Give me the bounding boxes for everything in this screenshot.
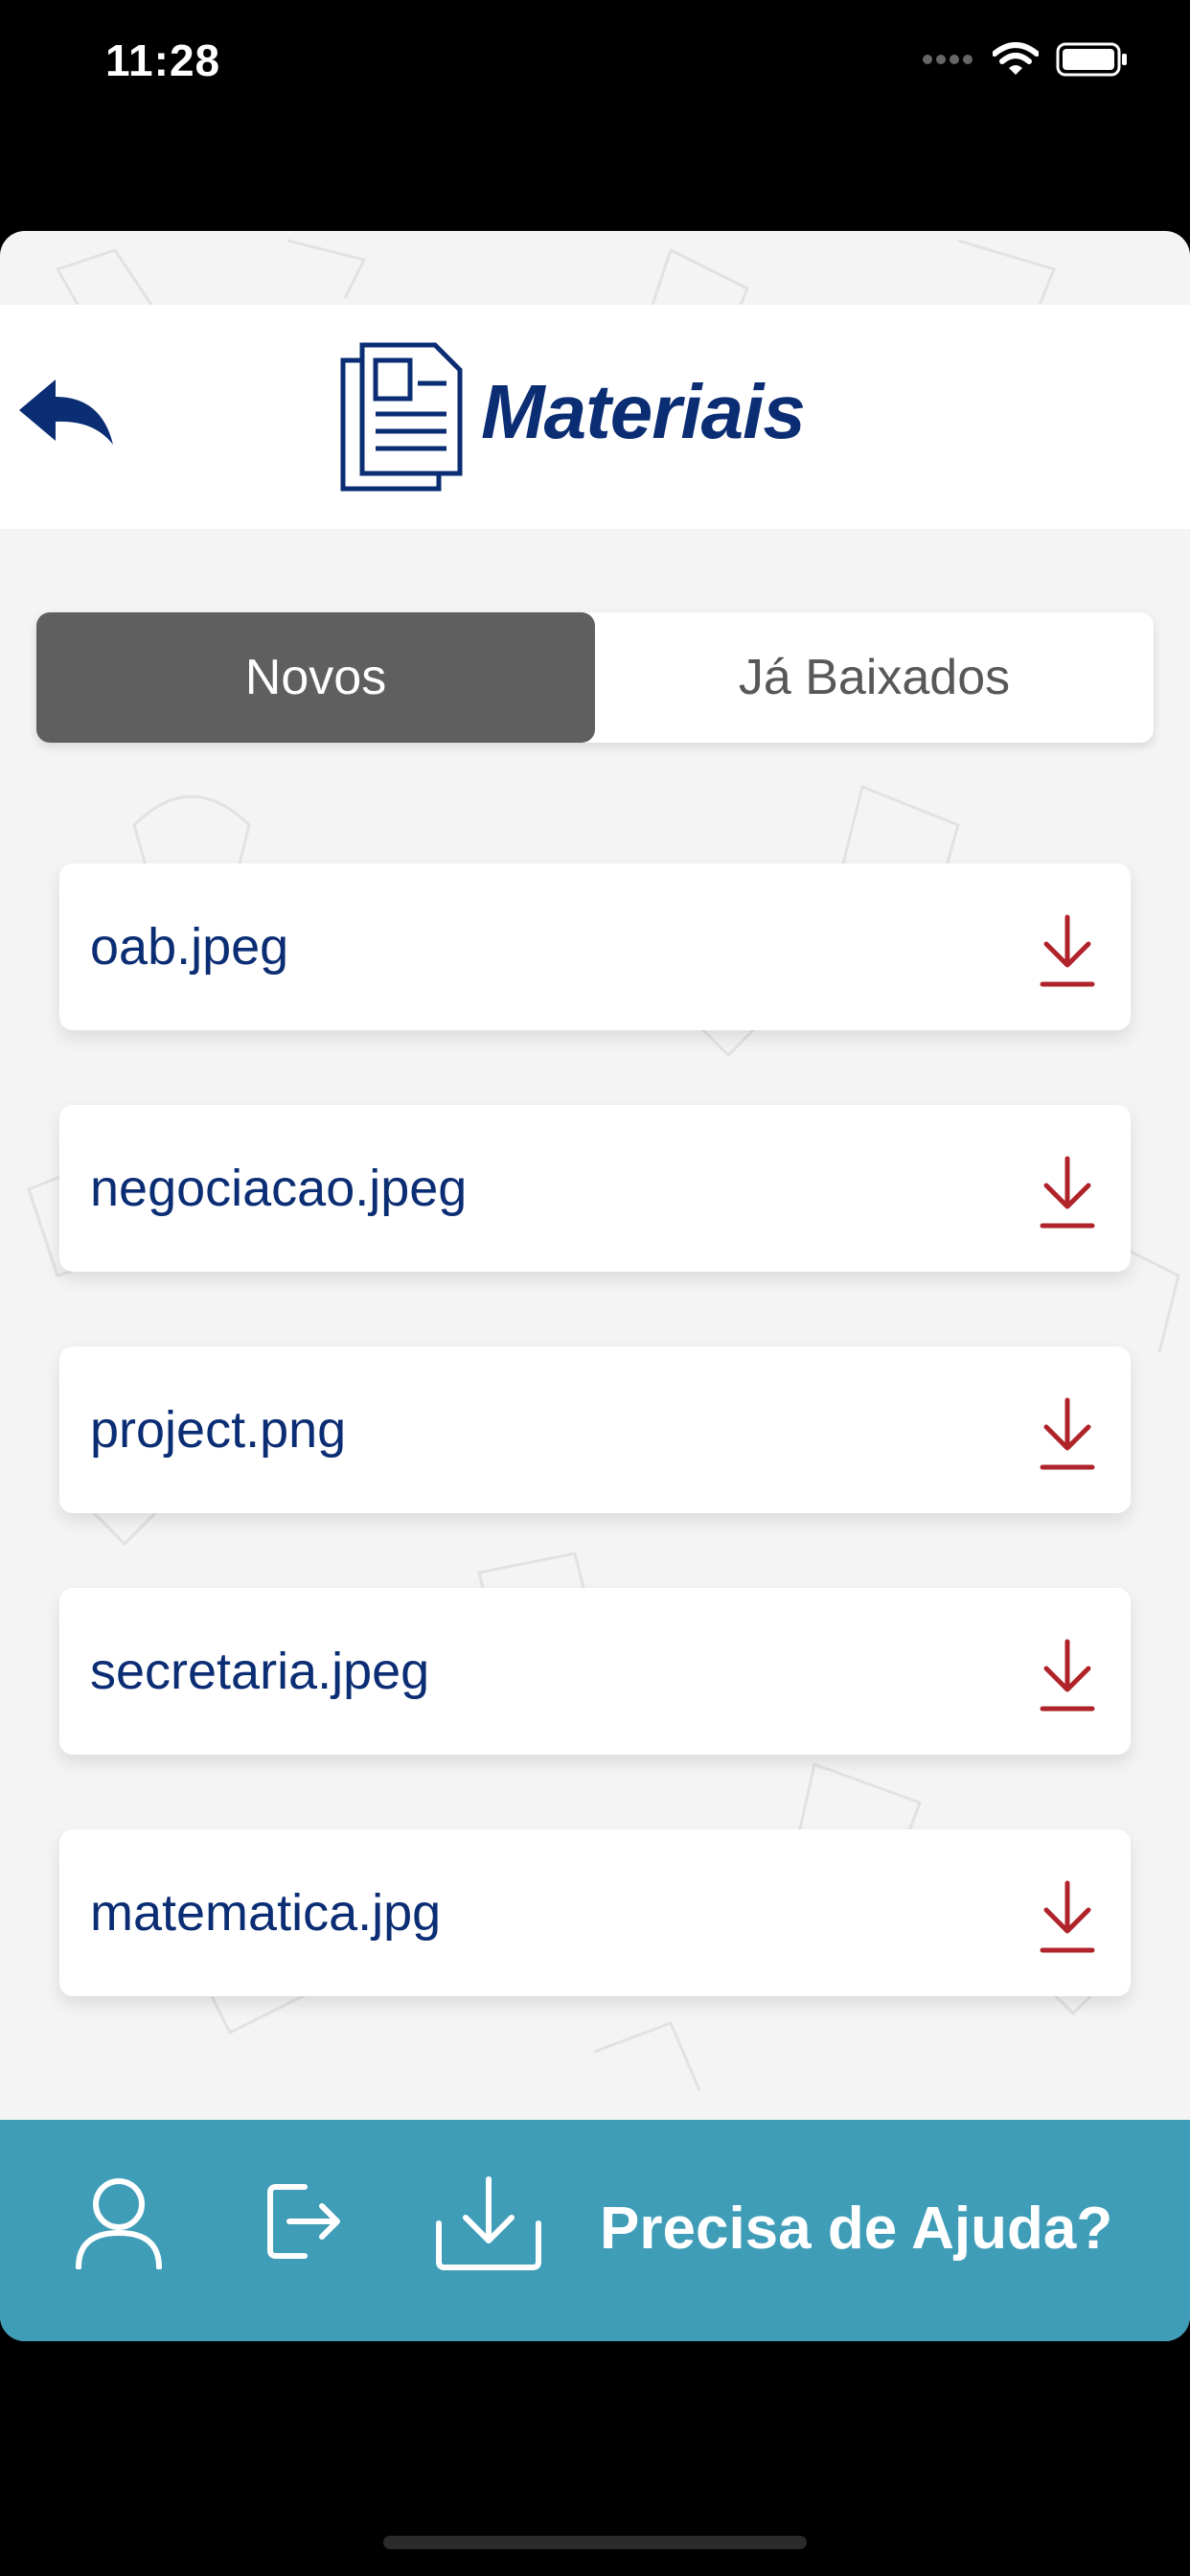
back-arrow-icon[interactable] (13, 372, 119, 458)
file-list: oab.jpeg negociacao.jpeg project.png sec… (59, 863, 1131, 2341)
file-name: matematica.jpg (90, 1884, 442, 1942)
file-name: negociacao.jpeg (90, 1160, 468, 1217)
file-name: secretaria.jpeg (90, 1643, 430, 1700)
download-icon[interactable] (1039, 1879, 1096, 1954)
bottom-bar: Precisa de Ajuda? (0, 2120, 1190, 2341)
tab-novos[interactable]: Novos (36, 612, 595, 743)
user-icon[interactable] (75, 2177, 163, 2269)
signal-icon (923, 55, 973, 64)
file-item[interactable]: oab.jpeg (59, 863, 1131, 1030)
file-name: project.png (90, 1401, 347, 1459)
logout-icon[interactable] (266, 2181, 343, 2262)
help-link[interactable]: Precisa de Ajuda? (600, 2195, 1112, 2263)
app-container: Materiais Novos Já Baixados oab.jpeg neg… (0, 231, 1190, 2341)
file-item[interactable]: matematica.jpg (59, 1829, 1131, 1996)
home-indicator[interactable] (383, 2536, 807, 2549)
header: Materiais (0, 305, 1190, 529)
page-title: Materiais (481, 369, 806, 454)
download-icon[interactable] (1039, 1638, 1096, 1713)
status-icons (922, 42, 1129, 77)
download-tray-icon[interactable] (433, 2174, 544, 2273)
wifi-icon (993, 42, 1039, 75)
file-name: oab.jpeg (90, 918, 289, 976)
download-icon[interactable] (1039, 1396, 1096, 1471)
status-bar: 11:28 (0, 0, 1190, 134)
download-icon[interactable] (1039, 1155, 1096, 1230)
download-icon[interactable] (1039, 913, 1096, 988)
file-item[interactable]: project.png (59, 1346, 1131, 1513)
battery-icon (1056, 42, 1127, 77)
tab-ja-baixados[interactable]: Já Baixados (595, 612, 1154, 743)
document-icon (340, 342, 463, 492)
file-item[interactable]: secretaria.jpeg (59, 1588, 1131, 1755)
status-time: 11:28 (105, 35, 221, 85)
file-item[interactable]: negociacao.jpeg (59, 1105, 1131, 1272)
segmented-control: Novos Já Baixados (36, 612, 1154, 743)
